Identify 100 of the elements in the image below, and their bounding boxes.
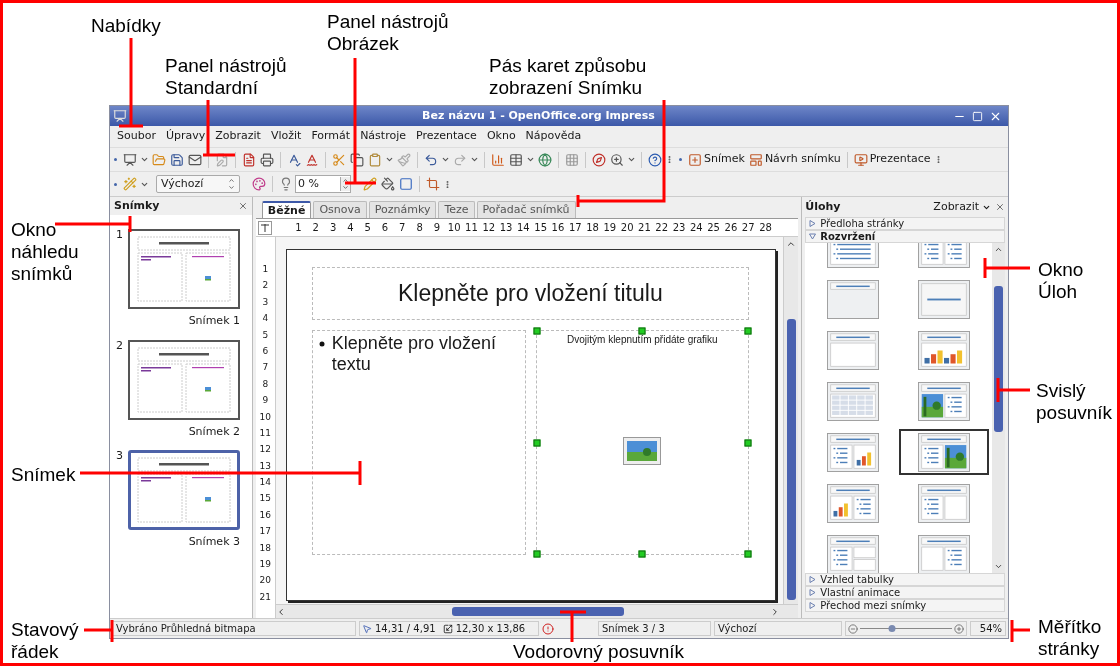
- menu-item[interactable]: Prezentace: [411, 128, 482, 145]
- task-section-header[interactable]: Vlastní animace: [805, 586, 1005, 599]
- grid-icon[interactable]: [565, 152, 579, 167]
- selection-handle[interactable]: [638, 327, 646, 335]
- menu-item[interactable]: Úpravy: [160, 128, 211, 145]
- menu-item[interactable]: Vložit: [265, 128, 307, 145]
- slide-thumbnail[interactable]: [128, 229, 240, 309]
- size-icon: [442, 623, 453, 634]
- print-icon[interactable]: [260, 152, 274, 167]
- caret-icon[interactable]: [441, 155, 450, 164]
- pane-title: Snímky: [114, 197, 160, 214]
- slide-thumbnail[interactable]: [128, 450, 240, 530]
- view-menu-button[interactable]: Zobrazit: [933, 198, 991, 216]
- horizontal-scrollbar[interactable]: [275, 604, 799, 618]
- paste-icon[interactable]: [368, 152, 382, 167]
- toolbar-button-icon: [853, 152, 868, 167]
- maximize-icon[interactable]: [972, 110, 983, 122]
- menu-item[interactable]: Nástroje: [355, 128, 411, 145]
- caret-icon[interactable]: [385, 155, 394, 164]
- view-tab[interactable]: Poznámky: [368, 201, 437, 218]
- zoom-in-icon[interactable]: [954, 623, 964, 634]
- paint-bucket-icon[interactable]: [381, 177, 395, 191]
- menu-item[interactable]: Nápověda: [520, 128, 587, 145]
- callout-label: Okno Úloh: [1038, 259, 1084, 303]
- task-section-header[interactable]: Vzhled tabulky: [805, 573, 1005, 586]
- toolbar-button[interactable]: Snímek: [686, 151, 747, 168]
- scroll-up-icon[interactable]: [994, 245, 1003, 254]
- selection-handle[interactable]: [638, 550, 646, 558]
- pdf-icon[interactable]: [242, 152, 256, 167]
- slide-thumbnail[interactable]: [128, 339, 240, 420]
- close-icon[interactable]: [995, 202, 1005, 212]
- scroll-up-icon[interactable]: [786, 239, 797, 249]
- scrollbar-thumb[interactable]: [994, 286, 1003, 432]
- mail-icon[interactable]: [188, 152, 202, 167]
- vertical-ruler: 1 2 3 4 5 6 7 8 9 10 11 12 13 14 15 16 17 18 19 20 21: [255, 237, 276, 618]
- view-tab[interactable]: Běžné: [261, 201, 312, 218]
- table-icon[interactable]: [509, 152, 523, 167]
- spin-down-icon: [228, 184, 235, 191]
- crop-icon[interactable]: [426, 177, 440, 191]
- graphic-placeholder[interactable]: Dvojitým klepnutím přidáte grafiku: [535, 330, 749, 555]
- more-icon[interactable]: [443, 179, 452, 189]
- selection-handle[interactable]: [744, 550, 752, 558]
- view-tab[interactable]: Osnova: [313, 201, 367, 218]
- menu-item[interactable]: Formát: [306, 128, 356, 145]
- callout-label: Vodorovný posuvník: [513, 641, 685, 663]
- zoom-thumb[interactable]: [888, 625, 896, 632]
- leader-line: [1010, 618, 1031, 644]
- caret-icon[interactable]: [140, 155, 149, 164]
- menu-item[interactable]: Zobrazit: [210, 128, 266, 145]
- selection-handle[interactable]: [533, 327, 541, 335]
- help-icon[interactable]: [648, 152, 662, 167]
- chart-icon[interactable]: [491, 152, 505, 167]
- shadow-icon[interactable]: [399, 177, 413, 191]
- auto-spellcheck-icon[interactable]: [305, 152, 319, 167]
- caret-icon[interactable]: [526, 155, 535, 164]
- copy-icon[interactable]: [350, 152, 364, 167]
- slide-icon[interactable]: [123, 152, 137, 167]
- undo-icon[interactable]: [424, 152, 438, 167]
- spellcheck-icon[interactable]: [287, 152, 301, 167]
- status-master: Výchozí: [714, 621, 842, 636]
- menu-item[interactable]: Soubor: [112, 128, 161, 145]
- spin-down-icon: [342, 184, 349, 191]
- filter-select[interactable]: Výchozí: [156, 175, 240, 193]
- transparency-icon[interactable]: [279, 177, 293, 191]
- vertical-scrollbar[interactable]: [992, 243, 1005, 573]
- globe-icon[interactable]: [538, 152, 552, 167]
- tab-stop-icon[interactable]: [257, 220, 272, 235]
- selection-handle[interactable]: [533, 439, 541, 446]
- callout-label: Nabídky: [91, 15, 161, 37]
- menu-item[interactable]: Okno: [481, 128, 521, 145]
- task-section-header[interactable]: Rozvržení: [805, 230, 1005, 243]
- callout-label: Svislý posuvník: [1036, 380, 1113, 424]
- task-section-header[interactable]: Přechod mezi snímky: [805, 599, 1005, 612]
- save-icon[interactable]: [170, 152, 184, 167]
- view-tab[interactable]: Pořadač snímků: [476, 201, 576, 218]
- task-section-header[interactable]: Předloha stránky: [805, 217, 1005, 230]
- view-tab[interactable]: Teze: [438, 201, 475, 218]
- selection-handle[interactable]: [533, 550, 541, 558]
- scroll-down-icon[interactable]: [994, 562, 1003, 571]
- scrollbar-thumb[interactable]: [786, 319, 796, 600]
- selection-handle[interactable]: [744, 439, 752, 446]
- status-slide: Snímek 3 / 3: [598, 621, 711, 636]
- vertical-scrollbar[interactable]: [783, 237, 799, 604]
- zoom-out-icon[interactable]: [848, 623, 858, 634]
- pencil-icon[interactable]: [363, 177, 377, 191]
- close-icon[interactable]: [237, 201, 248, 211]
- transparency-field[interactable]: 0 %: [295, 175, 351, 193]
- scrollbar-thumb[interactable]: [451, 607, 624, 616]
- navigator-icon[interactable]: [592, 152, 606, 167]
- toolbar-button[interactable]: Prezentace: [851, 151, 933, 168]
- layout-option[interactable]: [898, 429, 989, 475]
- caret-icon[interactable]: [627, 155, 636, 164]
- palette-icon[interactable]: [252, 177, 266, 191]
- selection-handle[interactable]: [744, 327, 752, 335]
- callout-label: Stavový řádek: [11, 619, 79, 663]
- zoom-icon[interactable]: [610, 152, 624, 167]
- folder-icon[interactable]: [152, 152, 166, 167]
- toolbar-button[interactable]: Návrh snímku: [746, 151, 843, 168]
- caret-icon[interactable]: [470, 155, 479, 164]
- more-icon[interactable]: [665, 155, 674, 164]
